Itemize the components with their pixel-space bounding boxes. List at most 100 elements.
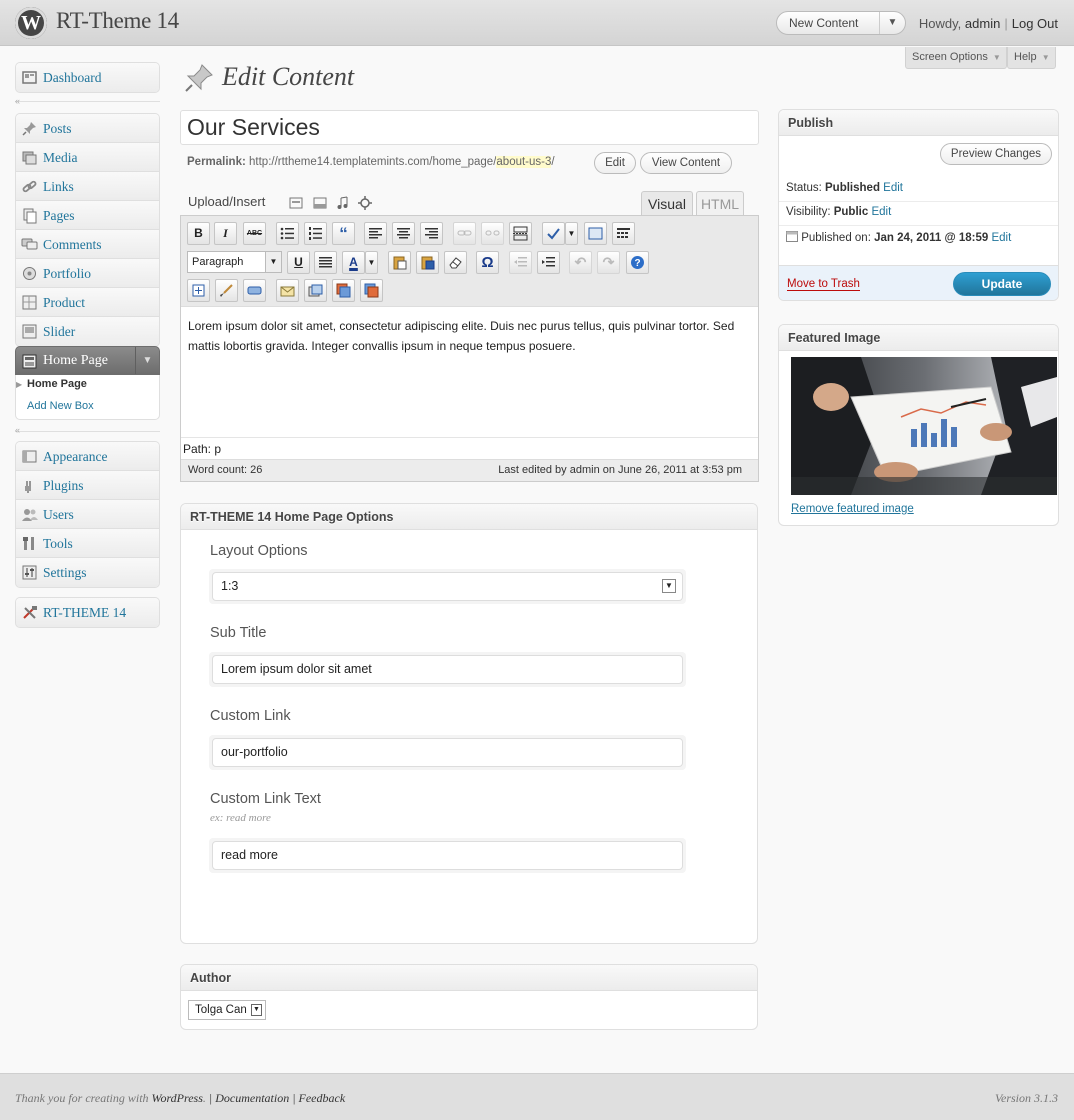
fullscreen-button[interactable] bbox=[584, 222, 607, 245]
align-left-button[interactable] bbox=[364, 222, 387, 245]
editor-content-area[interactable]: Lorem ipsum dolor sit amet, consectetur … bbox=[188, 316, 751, 356]
chevron-down-icon[interactable]: ▼ bbox=[135, 347, 159, 374]
screen-options-tab[interactable]: Screen Options ▼ bbox=[905, 47, 1007, 69]
strikethrough-button[interactable]: ABC bbox=[243, 222, 266, 245]
view-content-button[interactable]: View Content bbox=[640, 152, 732, 174]
bold-button[interactable]: B bbox=[187, 222, 210, 245]
preview-changes-button[interactable]: Preview Changes bbox=[940, 143, 1052, 165]
menu-item-links[interactable]: Links bbox=[16, 172, 159, 201]
spellcheck-dropdown[interactable]: ▼ bbox=[565, 222, 578, 245]
custom-link-input[interactable]: our-portfolio bbox=[212, 738, 683, 767]
justify-button[interactable] bbox=[314, 251, 337, 274]
collapse-arrows-icon[interactable]: « bbox=[15, 425, 20, 435]
edit-date-link[interactable]: Edit bbox=[991, 232, 1011, 244]
new-content-link[interactable]: New Content bbox=[789, 16, 858, 30]
menu-item-users[interactable]: Users bbox=[16, 500, 159, 529]
feedback-link[interactable]: Feedback bbox=[299, 1091, 346, 1105]
visibility-label: Visibility: bbox=[786, 206, 831, 218]
menu-item-portfolio[interactable]: Portfolio bbox=[16, 259, 159, 288]
bullet-list-button[interactable] bbox=[276, 222, 299, 245]
postbox-title[interactable]: RT-THEME 14 Home Page Options bbox=[181, 504, 757, 530]
tab-html[interactable]: HTML bbox=[696, 191, 744, 216]
menu-item-tools[interactable]: Tools bbox=[16, 529, 159, 558]
author-select[interactable]: Tolga Can ▼ bbox=[188, 1000, 266, 1020]
format-select[interactable]: Paragraph ▼ bbox=[187, 251, 282, 273]
logout-link[interactable]: Log Out bbox=[1012, 16, 1058, 31]
username-link[interactable]: admin bbox=[965, 16, 1000, 31]
menu-item-media[interactable]: Media bbox=[16, 143, 159, 172]
favorite-actions-dropdown[interactable]: New Content ▼ bbox=[776, 11, 906, 35]
paste-text-button[interactable] bbox=[388, 251, 411, 274]
text-color-dropdown[interactable]: ▼ bbox=[365, 251, 378, 274]
documentation-link[interactable]: Documentation bbox=[215, 1091, 289, 1105]
menu-item-product[interactable]: Product bbox=[16, 288, 159, 317]
collapse-arrows-icon[interactable]: « bbox=[15, 96, 20, 106]
plugins-icon bbox=[25, 481, 31, 493]
edit-status-link[interactable]: Edit bbox=[883, 182, 903, 194]
permalink-end: / bbox=[551, 156, 555, 168]
numbered-list-button[interactable] bbox=[304, 222, 327, 245]
tabs-shortcode-button[interactable] bbox=[304, 279, 327, 302]
unlink-button[interactable] bbox=[481, 222, 504, 245]
insert-link-button[interactable] bbox=[453, 222, 476, 245]
menu-item-dashboard[interactable]: Dashboard bbox=[16, 63, 159, 92]
indent-button[interactable] bbox=[537, 251, 560, 274]
post-title-input[interactable]: Our Services bbox=[180, 110, 759, 145]
submenu-item-home-page[interactable]: Home Page bbox=[27, 378, 87, 390]
menu-item-posts[interactable]: Posts bbox=[16, 114, 159, 143]
menu-item-comments[interactable]: Comments bbox=[16, 230, 159, 259]
help-button[interactable]: ? bbox=[626, 251, 649, 274]
menu-item-home-page[interactable]: Home Page ▼ bbox=[15, 346, 160, 375]
columns-shortcode-button[interactable] bbox=[332, 279, 355, 302]
postbox-title[interactable]: Publish bbox=[779, 110, 1058, 136]
add-video-icon[interactable] bbox=[313, 196, 327, 210]
gallery-shortcode-button[interactable] bbox=[360, 279, 383, 302]
wordpress-link[interactable]: WordPress bbox=[152, 1091, 203, 1105]
align-right-button[interactable] bbox=[420, 222, 443, 245]
remove-format-button[interactable] bbox=[444, 251, 467, 274]
italic-button[interactable]: I bbox=[214, 222, 237, 245]
special-character-button[interactable]: Ω bbox=[476, 251, 499, 274]
postbox-title[interactable]: Featured Image bbox=[779, 325, 1058, 351]
redo-button[interactable]: ↷ bbox=[597, 251, 620, 274]
tab-visual[interactable]: Visual bbox=[641, 191, 693, 216]
insert-box-button[interactable] bbox=[187, 279, 210, 302]
text-color-button[interactable]: A bbox=[342, 251, 365, 274]
undo-button[interactable]: ↶ bbox=[569, 251, 592, 274]
menu-item-appearance[interactable]: Appearance bbox=[16, 442, 159, 471]
move-to-trash-link[interactable]: Move to Trash bbox=[787, 278, 860, 291]
layout-options-select[interactable]: 1:3 ▼ bbox=[212, 572, 683, 601]
menu-item-settings[interactable]: Settings bbox=[16, 558, 159, 587]
button-shortcode-button[interactable] bbox=[243, 279, 266, 302]
featured-image[interactable] bbox=[791, 357, 1057, 495]
align-center-button[interactable] bbox=[392, 222, 415, 245]
postbox-title[interactable]: Author bbox=[181, 965, 757, 991]
spellcheck-button[interactable] bbox=[542, 222, 565, 245]
insert-more-button[interactable] bbox=[509, 222, 532, 245]
edit-permalink-button[interactable]: Edit bbox=[594, 152, 636, 174]
paste-word-button[interactable] bbox=[416, 251, 439, 274]
help-tab[interactable]: Help ▼ bbox=[1007, 47, 1056, 69]
add-media-icon[interactable] bbox=[358, 196, 372, 210]
remove-featured-image-link[interactable]: Remove featured image bbox=[791, 503, 914, 515]
update-button[interactable]: Update bbox=[953, 272, 1051, 296]
custom-link-text-input[interactable]: read more bbox=[212, 841, 683, 870]
kitchen-sink-button[interactable] bbox=[612, 222, 635, 245]
chevron-down-icon[interactable]: ▼ bbox=[879, 12, 905, 34]
menu-item-slider[interactable]: Slider bbox=[16, 317, 159, 346]
menu-label: Plugins bbox=[43, 478, 84, 493]
menu-item-pages[interactable]: Pages bbox=[16, 201, 159, 230]
add-audio-icon[interactable] bbox=[336, 196, 350, 210]
message-box-button[interactable] bbox=[276, 279, 299, 302]
site-title[interactable]: RT-Theme 14 bbox=[56, 8, 179, 34]
paintbrush-button[interactable] bbox=[215, 279, 238, 302]
sub-title-input[interactable]: Lorem ipsum dolor sit amet bbox=[212, 655, 683, 684]
add-image-icon[interactable] bbox=[289, 196, 303, 210]
menu-item-rt-theme[interactable]: RT-THEME 14 bbox=[16, 598, 159, 627]
submenu-item-add-new-box[interactable]: Add New Box bbox=[27, 400, 94, 412]
edit-visibility-link[interactable]: Edit bbox=[871, 206, 891, 218]
outdent-button[interactable] bbox=[509, 251, 532, 274]
menu-item-plugins[interactable]: Plugins bbox=[16, 471, 159, 500]
underline-button[interactable]: U bbox=[287, 251, 310, 274]
blockquote-button[interactable]: “ bbox=[332, 222, 355, 245]
